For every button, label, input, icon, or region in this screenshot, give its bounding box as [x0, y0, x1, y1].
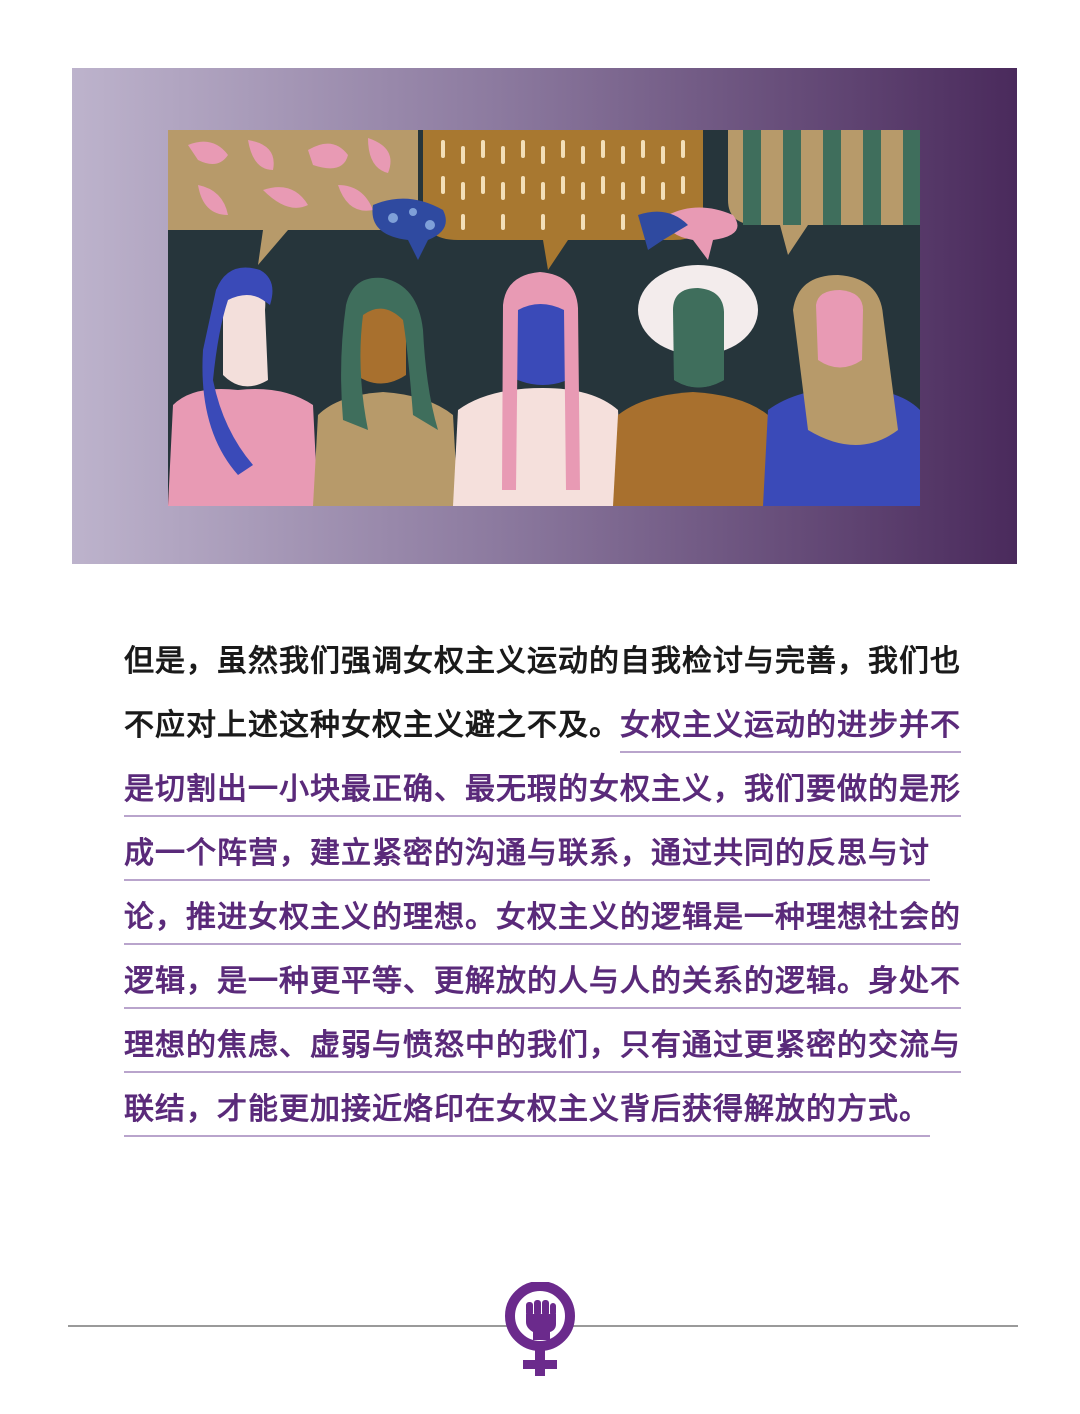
article-paragraph: 但是，虽然我们强调女权主义运动的自我检讨与完善，我们也不应对上述这种女权主义避之…	[124, 630, 966, 1142]
women-illustration	[168, 130, 920, 506]
highlighted-text: 女权主义运动的进步并不是切割出一小块最正确、最无瑕的女权主义，我们要做的是形成一…	[124, 708, 961, 1137]
feminist-fist-symbol-icon	[505, 1282, 575, 1376]
